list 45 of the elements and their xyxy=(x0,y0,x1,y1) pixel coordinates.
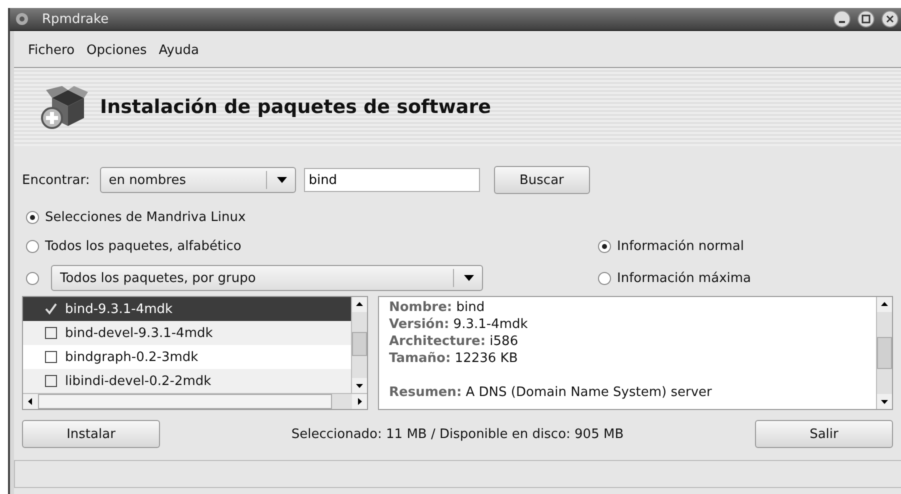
detail-line: Nombre: bind xyxy=(389,299,486,316)
radio-label: Selecciones de Mandriva Linux xyxy=(45,210,246,224)
caret-icon xyxy=(276,177,287,183)
detail-line: Tamaño: 12236 KB xyxy=(389,350,519,367)
search-mode-dropdown[interactable]: en nombres xyxy=(100,167,296,193)
scroll-thumb[interactable] xyxy=(38,394,332,409)
scrollbar[interactable] xyxy=(876,297,892,409)
caret-icon xyxy=(464,275,474,281)
detail-line: Architecture: i586 xyxy=(389,333,520,350)
header-title: Instalación de paquetes de software xyxy=(100,96,491,118)
package-row[interactable]: libindi-devel-0.2-2mdk xyxy=(23,369,351,393)
radio-button[interactable] xyxy=(26,272,39,284)
radio-button[interactable] xyxy=(26,240,39,252)
scrollbar[interactable] xyxy=(23,393,367,409)
install-button[interactable]: Instalar xyxy=(22,420,160,448)
checkbox[interactable] xyxy=(45,375,57,387)
scroll-thumb[interactable] xyxy=(352,332,367,356)
scrollbar[interactable] xyxy=(351,297,367,393)
menu-item[interactable]: Fichero xyxy=(28,42,75,58)
search-field[interactable]: bind xyxy=(304,168,480,192)
checkbox[interactable] xyxy=(45,327,57,339)
quit-button[interactable]: Salir xyxy=(755,420,893,448)
package-row[interactable]: bind-devel-9.3.1-4mdk xyxy=(23,321,351,345)
radio-label: Todos los paquetes, alfabético xyxy=(45,238,242,254)
box-icon xyxy=(40,84,88,130)
radio-label: Información normal xyxy=(617,238,744,254)
checkbox[interactable] xyxy=(45,351,57,363)
package-row[interactable]: bind-9.3.1-4mdk xyxy=(23,297,351,321)
scroll-thumb[interactable] xyxy=(877,337,892,369)
radio-label: Información máxima xyxy=(617,270,751,286)
detail-line: Versión: 9.3.1-4mdk xyxy=(389,316,529,333)
maximize-icon[interactable] xyxy=(857,10,875,28)
radio-button[interactable] xyxy=(598,240,611,252)
group-dropdown[interactable]: Todos los paquetes, por grupo xyxy=(51,265,483,291)
detail-line: Resumen: A DNS (Domain Name System) server xyxy=(389,384,713,401)
close-icon[interactable] xyxy=(881,10,899,28)
minimize-icon[interactable] xyxy=(833,10,851,28)
menu-item[interactable]: Opciones xyxy=(86,42,147,58)
radio-button[interactable] xyxy=(26,210,39,224)
find-label: Encontrar: xyxy=(22,172,90,188)
window-title: Rpmdrake xyxy=(42,12,110,26)
menu-item[interactable]: Ayuda xyxy=(158,42,199,58)
status-text: Seleccionado: 11 MB / Disponible en disco: 905 MB xyxy=(291,426,624,442)
search-button[interactable]: Buscar xyxy=(494,166,590,194)
radio-button[interactable] xyxy=(598,272,611,284)
